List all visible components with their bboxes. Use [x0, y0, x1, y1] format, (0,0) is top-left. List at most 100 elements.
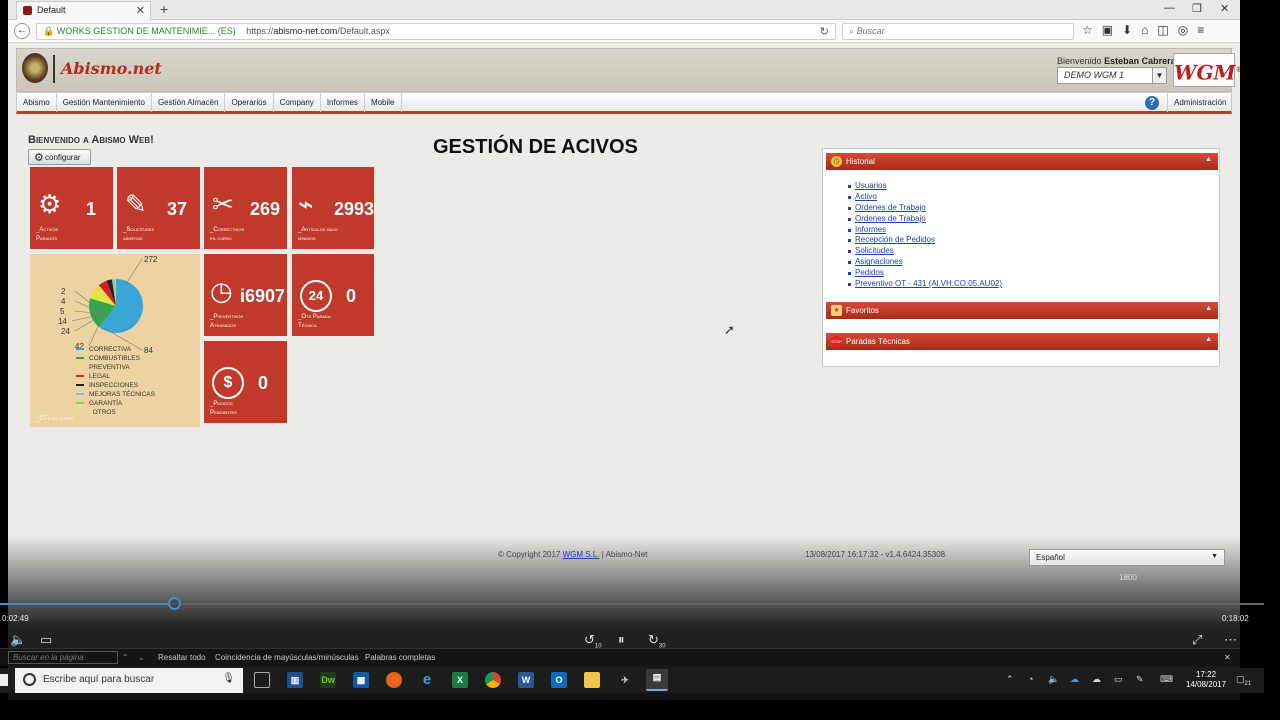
minimize-icon[interactable]: —: [1164, 2, 1175, 14]
historial-header[interactable]: ◷ Historial ▲: [826, 153, 1218, 170]
find-prev-icon[interactable]: ⌃: [122, 653, 129, 662]
start-icon[interactable]: [0, 674, 8, 686]
skip-forward-icon[interactable]: ↻30: [648, 632, 666, 650]
tile-solicitudes-abiertas[interactable]: ✎ 37 _Solicitudes abiertas: [117, 167, 200, 249]
reload-icon[interactable]: ↻: [820, 25, 829, 38]
volume-tray-icon[interactable]: 🔈: [1048, 674, 1059, 685]
tile-correctivos-en-curso[interactable]: ✂ 269 _Correctivos en curso: [204, 167, 287, 249]
menu-item-operarios[interactable]: Operarios: [225, 93, 274, 112]
collapse-caret-icon[interactable]: ▲: [1205, 336, 1212, 343]
fullscreen-icon[interactable]: ⤢: [1192, 632, 1202, 648]
word-icon[interactable]: W: [518, 672, 534, 688]
hamburger-menu-icon[interactable]: ≡: [1197, 23, 1213, 37]
find-input[interactable]: Buscar en la página: [8, 651, 118, 664]
history-link-informes[interactable]: Informes: [847, 225, 1002, 236]
pen-icon[interactable]: ✎: [1136, 674, 1144, 685]
back-arrow-icon[interactable]: ←: [14, 23, 30, 39]
menu-item-abismo[interactable]: Abismo: [17, 93, 57, 112]
bookmark-star-icon[interactable]: ☆: [1082, 23, 1102, 37]
captions-icon[interactable]: ▭: [40, 632, 52, 648]
tile-articulos-bajo-minimos[interactable]: ⌁ 2993 _Artículos bajo mínimos: [292, 167, 374, 249]
microphone-icon[interactable]: 🎙: [222, 673, 235, 684]
more-options-icon[interactable]: ⋯: [1224, 632, 1237, 648]
menu-item-informes[interactable]: Informes: [321, 93, 365, 112]
tile-value: 37: [167, 199, 188, 219]
menu-item-administracion[interactable]: Administración: [1167, 93, 1232, 112]
home-icon[interactable]: ⌂: [1141, 23, 1157, 37]
browser-tab[interactable]: Default ✕: [16, 1, 151, 20]
battery-icon[interactable]: ▭: [1114, 674, 1123, 685]
dreamweaver-icon[interactable]: Dw: [320, 672, 336, 688]
pocket-icon[interactable]: ◫: [1157, 23, 1177, 37]
find-next-icon[interactable]: ⌄: [138, 653, 145, 662]
chrome-icon[interactable]: [485, 672, 501, 688]
sync-icon[interactable]: ◎: [1178, 23, 1197, 37]
keyboard-icon[interactable]: ⌨: [1160, 674, 1173, 685]
history-link-preventivo[interactable]: Preventivo OT - 431 (Al.VH.CO.05.AU02): [847, 279, 1002, 290]
video-scrubber-handle[interactable]: [168, 597, 181, 610]
chart-app-icon[interactable]: ▥: [287, 672, 303, 688]
dropdown-arrow-icon[interactable]: ▼: [1211, 553, 1218, 560]
restore-icon[interactable]: ❐: [1192, 2, 1202, 15]
tray-chevron-icon[interactable]: ⌃: [1006, 674, 1014, 685]
ots-en-curso-chart[interactable]: 272 84 42 24 14 5 4 2 CORRECTIVA COMBUSTIBLES PREV…: [30, 254, 200, 427]
clock[interactable]: 17:22 14/08/2017: [1186, 670, 1226, 690]
video-player-icon[interactable]: ▤: [646, 669, 668, 691]
dropdown-arrow-icon[interactable]: ▼: [1152, 68, 1166, 83]
help-icon[interactable]: ?: [1145, 96, 1159, 110]
cloud-icon[interactable]: ☁: [1092, 674, 1101, 685]
history-link-solicitudes[interactable]: Solicitudes: [847, 246, 1002, 257]
close-tab-icon[interactable]: ✕: [136, 4, 145, 17]
configure-button[interactable]: ⚙ configurar: [28, 149, 91, 165]
network-icon[interactable]: ◔: [1028, 674, 1033, 684]
history-link-activo[interactable]: Activo: [847, 192, 1002, 203]
address-bar[interactable]: 🔒 WORKS GESTION DE MANTENIMIE... (ES) ht…: [36, 23, 836, 40]
app-blue-icon[interactable]: ▦: [353, 672, 369, 688]
tile-activos-parados[interactable]: ⚙ 1 _Activos Parados: [30, 167, 113, 249]
firefox-icon[interactable]: [386, 672, 402, 688]
menu-item-gestion-almacen[interactable]: Gestión Almacén: [152, 93, 226, 112]
task-view-icon[interactable]: [254, 672, 270, 688]
language-select[interactable]: Español ▼: [1029, 549, 1225, 566]
company-link[interactable]: WGM S.L.: [563, 550, 600, 559]
tile-pedidos-pendientes[interactable]: $ 0 _Pedidos Pendientes: [204, 341, 287, 423]
reading-list-icon[interactable]: ▣: [1102, 23, 1122, 37]
taskbar-search[interactable]: Escribe aquí para buscar 🎙: [15, 668, 243, 693]
close-window-icon[interactable]: ✕: [1220, 2, 1229, 15]
menu-item-company[interactable]: Company: [274, 93, 321, 112]
history-link-ordenes-trabajo-2[interactable]: Ordenes de Trabajo: [847, 214, 1002, 225]
history-link-pedidos[interactable]: Pedidos: [847, 268, 1002, 279]
video-progress-bar[interactable]: [0, 603, 1264, 605]
volume-icon[interactable]: 🔈: [10, 632, 26, 648]
file-explorer-icon[interactable]: [584, 672, 600, 688]
match-case-option[interactable]: Coincidencia de mayúsculas/minúsculas: [215, 653, 359, 662]
whole-words-option[interactable]: Palabras completas: [365, 653, 435, 662]
onedrive-icon[interactable]: ☁: [1070, 674, 1079, 685]
download-icon[interactable]: ⬇: [1122, 23, 1141, 37]
menu-item-mobile[interactable]: Mobile: [365, 93, 402, 112]
highlight-all-option[interactable]: Resaltar todo: [158, 653, 206, 662]
close-find-icon[interactable]: ✕: [1224, 653, 1231, 662]
paradas-tecnicas-header[interactable]: STOP Paradas Técnicas ▲: [826, 333, 1218, 350]
excel-icon[interactable]: X: [452, 672, 468, 688]
company-select[interactable]: DEMO WGM 1 ▼: [1057, 67, 1167, 84]
notifications-icon[interactable]: ▢21: [1236, 674, 1251, 687]
edge-icon[interactable]: e: [419, 672, 435, 688]
app-tool-icon[interactable]: ✈: [617, 672, 633, 688]
outlook-icon[interactable]: O: [551, 672, 567, 688]
history-link-asignaciones[interactable]: Asignaciones: [847, 257, 1002, 268]
favoritos-header[interactable]: ★ Favoritos ▲: [826, 302, 1218, 319]
skip-back-icon[interactable]: ↺10: [584, 632, 602, 650]
collapse-caret-icon[interactable]: ▲: [1205, 305, 1212, 312]
pause-icon[interactable]: ⏸: [618, 632, 625, 648]
tile-preventivos-atrasados[interactable]: ◷ i6907 _Preventivos Atrasados: [204, 254, 287, 336]
history-link-recepcion-pedidos[interactable]: Recepción de Pedidos: [847, 235, 1002, 246]
history-link-ordenes-trabajo[interactable]: Ordenes de Trabajo: [847, 203, 1002, 214]
menu-item-gestion-mantenimiento[interactable]: Gestión Mantenimiento: [57, 93, 152, 112]
tile-ots-parada-tecnica[interactable]: 24 0 _Ots Parada Técnica: [292, 254, 374, 336]
new-tab-icon[interactable]: +: [160, 1, 168, 17]
history-link-usuarios[interactable]: Usuarios: [847, 181, 1002, 192]
collapse-caret-icon[interactable]: ▲: [1205, 156, 1212, 163]
search-input[interactable]: ⌕ Buscar: [842, 23, 1074, 40]
logo-text[interactable]: Abismo.net: [61, 59, 162, 78]
